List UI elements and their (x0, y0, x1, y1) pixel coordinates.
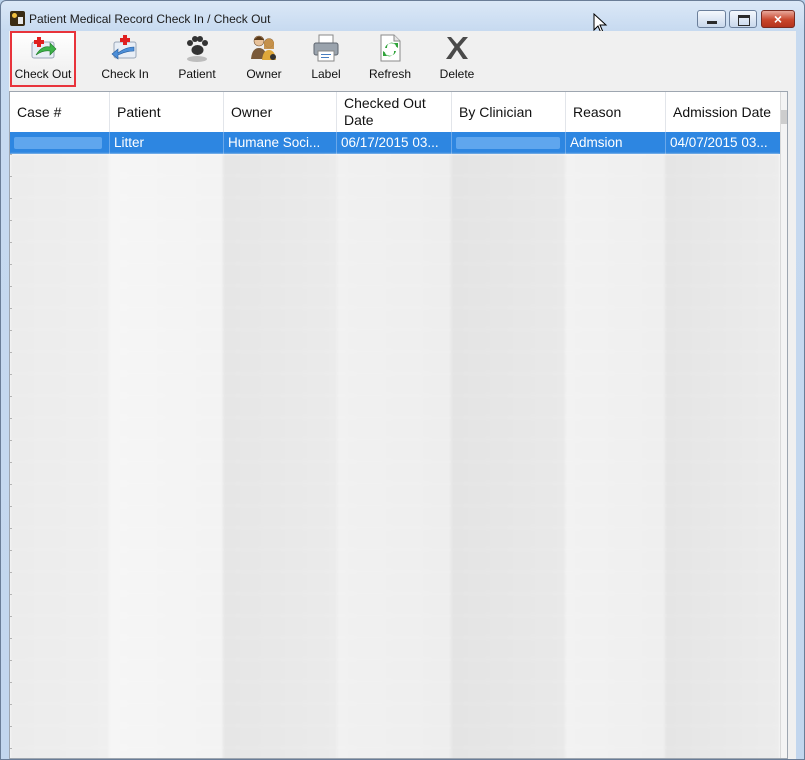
close-icon: × (773, 11, 783, 27)
cell-checked-out-date: 06/17/2015 03... (337, 132, 452, 154)
maximize-button[interactable] (729, 10, 757, 28)
refresh-icon (380, 34, 401, 62)
column-header-owner[interactable]: Owner (224, 92, 337, 132)
check-out-icon (31, 37, 57, 59)
app-icon (10, 11, 25, 26)
row-gridlines (10, 154, 12, 758)
patient-button[interactable]: Patient (172, 33, 222, 85)
maximize-icon (738, 15, 750, 26)
check-in-icon (111, 35, 137, 60)
column-header-by-clinician[interactable]: By Clinician (452, 92, 566, 132)
column-header-patient[interactable]: Patient (110, 92, 224, 132)
column-header-reason[interactable]: Reason (566, 92, 666, 132)
scrollbar-thumb[interactable] (781, 110, 787, 124)
blurred-case-value (14, 137, 102, 149)
check-in-label: Check In (101, 67, 149, 81)
check-out-button[interactable]: Check Out (10, 31, 76, 87)
owner-button[interactable]: Owner (239, 33, 289, 85)
records-grid[interactable]: Case # Patient Owner Checked Out Date By… (9, 91, 788, 759)
blurred-rows (10, 154, 780, 758)
owner-icon (251, 35, 276, 60)
label-button[interactable]: Label (306, 33, 346, 85)
cell-admission-date: 04/07/2015 03... (670, 135, 768, 150)
cell-reason: Admsion (566, 132, 666, 154)
refresh-button[interactable]: Refresh (367, 33, 413, 85)
paw-icon (187, 36, 208, 62)
cell-by-clinician (452, 132, 566, 154)
check-out-label: Check Out (14, 67, 72, 81)
delete-label: Delete (439, 67, 475, 81)
cell-case (10, 132, 110, 154)
toolbar: Check Out Check In Patient Owner Label R… (9, 31, 796, 89)
window-title: Patient Medical Record Check In / Check … (29, 12, 271, 26)
owner-label: Owner (246, 67, 282, 81)
delete-button[interactable]: Delete (435, 33, 479, 85)
close-button[interactable]: × (761, 10, 795, 28)
column-header-checked-out-date[interactable]: Checked Out Date (337, 92, 452, 132)
cell-owner: Humane Soci... (224, 132, 337, 154)
check-in-button[interactable]: Check In (97, 33, 153, 85)
table-row-selected[interactable]: Litter Humane Soci... 06/17/2015 03... A… (10, 132, 780, 154)
cell-patient: Litter (110, 132, 224, 154)
column-header-case[interactable]: Case # (10, 92, 110, 132)
grid-header: Case # Patient Owner Checked Out Date By… (10, 92, 787, 133)
delete-icon (446, 37, 468, 59)
minimize-button[interactable] (697, 10, 726, 28)
label-label: Label (311, 67, 341, 81)
title-bar[interactable]: Patient Medical Record Check In / Check … (1, 1, 804, 35)
minimize-icon (707, 21, 717, 24)
client-area: Check Out Check In Patient Owner Label R… (9, 31, 796, 759)
app-window: Patient Medical Record Check In / Check … (0, 0, 805, 760)
column-header-admission-date[interactable]: Admission Date (666, 92, 780, 132)
vertical-scrollbar[interactable] (780, 92, 787, 758)
blurred-clinician-value (456, 137, 560, 149)
printer-icon (313, 34, 339, 62)
patient-label: Patient (178, 67, 216, 81)
refresh-label: Refresh (368, 67, 412, 81)
